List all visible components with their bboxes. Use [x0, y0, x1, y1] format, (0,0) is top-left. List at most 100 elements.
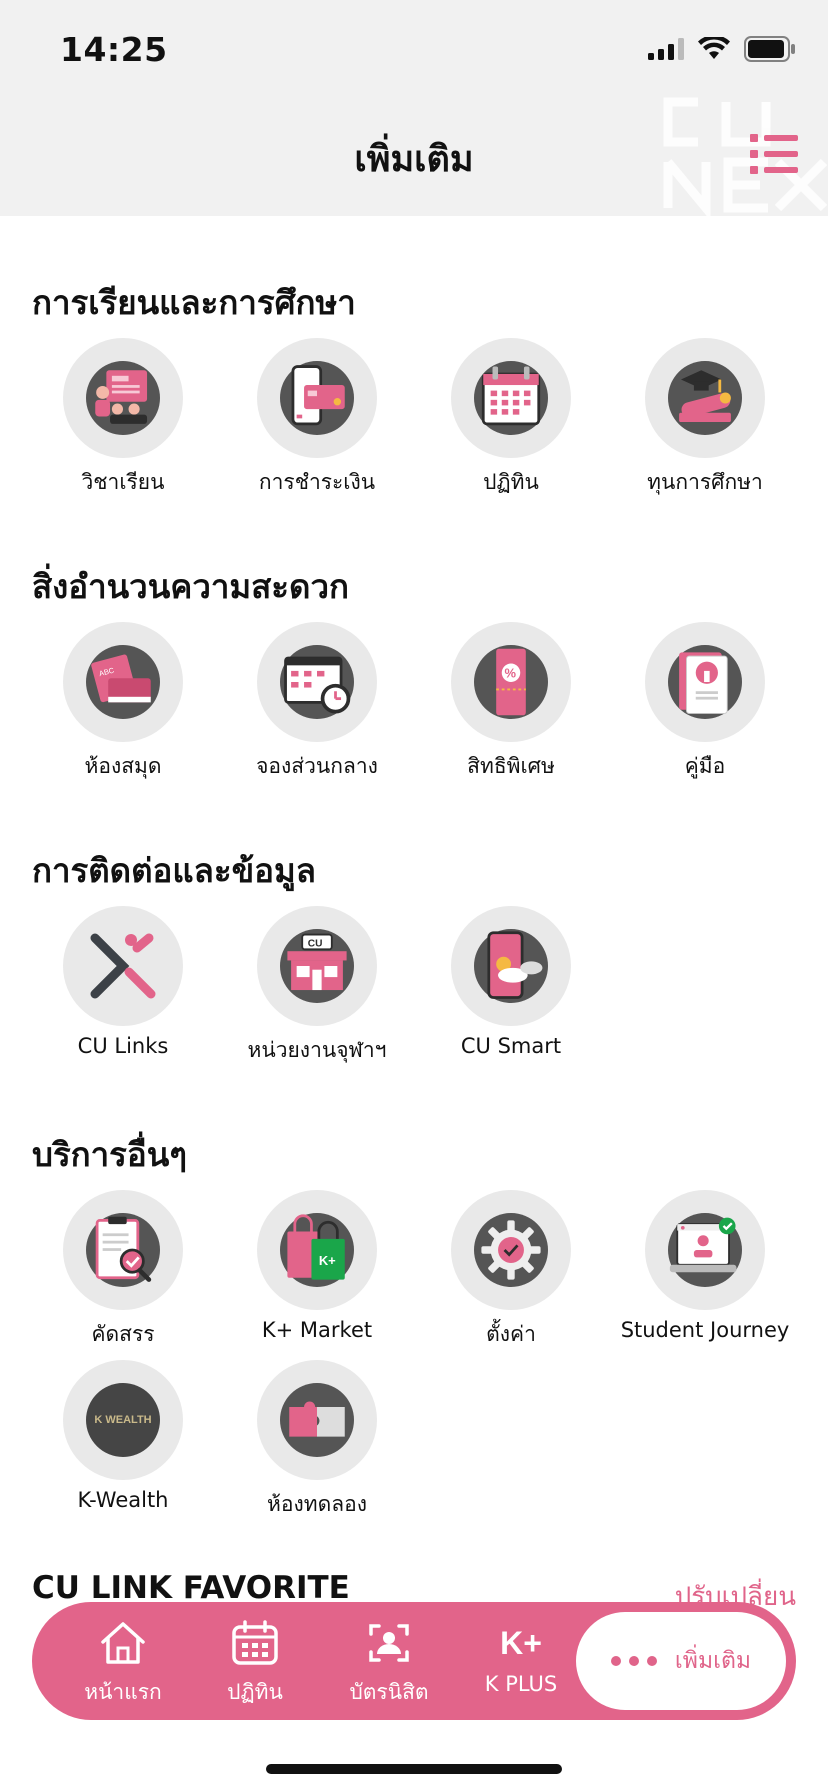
- menu-item-label: วิชาเรียน: [81, 470, 165, 494]
- icon-inner: CU: [280, 929, 354, 1003]
- icon-circle: [63, 1190, 183, 1310]
- menu-item-settings[interactable]: ตั้งค่า: [414, 1190, 608, 1351]
- menu-item-scholarship[interactable]: ทุนการศึกษา: [608, 338, 802, 499]
- section-title-contact: การติดต่อและข้อมูล: [32, 851, 316, 890]
- icon-circle: [645, 622, 765, 742]
- icon-inner: [86, 1213, 160, 1287]
- icon-inner: %: [474, 645, 548, 719]
- k-market-icon: K+: [287, 1214, 345, 1280]
- icon-circle: CU: [257, 906, 377, 1026]
- list-menu-icon[interactable]: [750, 132, 798, 176]
- tab-label: K PLUS: [484, 1672, 558, 1696]
- section-title-facilities: สิ่งอำนวนความสะดวก: [32, 567, 349, 606]
- k-wealth-icon: K WEALTH: [86, 1383, 160, 1457]
- classroom-icon: [95, 370, 148, 424]
- svg-text:CU: CU: [308, 939, 323, 950]
- tab-more-label: เพิ่มเติม: [674, 1648, 752, 1674]
- tab-calendar[interactable]: ปฏิทิน: [190, 1620, 320, 1709]
- cu-smart-icon: [487, 931, 543, 999]
- menu-item-lab[interactable]: ห้องทดลอง: [220, 1360, 414, 1521]
- calendar-tab-icon: [232, 1620, 278, 1665]
- menu-item-calendar[interactable]: ปฏิทิน: [414, 338, 608, 499]
- menu-item-cu-units[interactable]: CU หน่วยงานจุฬาฯ: [220, 906, 414, 1067]
- tab-label: ปฏิทิน: [227, 1680, 283, 1704]
- section-title-learning: การเรียนและการศึกษา: [32, 283, 356, 322]
- icon-inner: [474, 361, 548, 435]
- menu-item-selection[interactable]: คัดสรร: [26, 1190, 220, 1351]
- manual-icon: [679, 652, 728, 714]
- icon-circle: K WEALTH: [63, 1360, 183, 1480]
- icon-inner: ABC: [86, 645, 160, 719]
- menu-item-label: หน่วยงานจุฬาฯ: [247, 1038, 387, 1062]
- tab-k-plus[interactable]: K+ K PLUS: [456, 1620, 586, 1696]
- status-time: 14:25: [60, 30, 168, 69]
- k-wealth-logo-text: K WEALTH: [94, 1414, 152, 1426]
- tab-label: หน้าแรก: [84, 1680, 162, 1704]
- tab-home[interactable]: หน้าแรก: [58, 1620, 188, 1709]
- menu-item-label: จองส่วนกลาง: [256, 754, 378, 778]
- icon-circle: [451, 906, 571, 1026]
- student-journey-icon: [669, 1217, 737, 1273]
- tab-more[interactable]: เพิ่มเติม: [576, 1612, 786, 1710]
- menu-item-label: ทุนการศึกษา: [647, 470, 763, 494]
- k-plus-icon: K+: [500, 1625, 542, 1661]
- icon-circle: [451, 1190, 571, 1310]
- menu-item-label: CU Links: [77, 1034, 169, 1058]
- icon-inner: [86, 361, 160, 435]
- menu-item-label: ตั้งค่า: [486, 1322, 536, 1346]
- menu-item-label: ห้องทดลอง: [267, 1492, 367, 1516]
- icon-circle: [63, 906, 183, 1026]
- svg-text:K+: K+: [319, 1253, 336, 1268]
- battery-icon: [744, 36, 795, 62]
- cu-store-icon: CU: [287, 933, 347, 991]
- menu-item-label: K+ Market: [261, 1318, 373, 1342]
- icon-circle: [451, 338, 571, 458]
- icon-circle: [257, 622, 377, 742]
- page-title: เพิ่มเติม: [354, 139, 474, 180]
- status-icons: [648, 36, 796, 62]
- icon-inner: [280, 645, 354, 719]
- menu-item-booking[interactable]: จองส่วนกลาง: [220, 622, 414, 783]
- icon-inner: [474, 929, 548, 1003]
- menu-item-student-journey[interactable]: Student Journey: [608, 1190, 802, 1342]
- settings-icon: [481, 1220, 541, 1280]
- privilege-icon: %: [496, 648, 526, 716]
- menu-item-privilege[interactable]: % สิทธิพิเศษ: [414, 622, 608, 783]
- menu-item-cu-links[interactable]: CU Links: [26, 906, 220, 1058]
- selection-icon: [95, 1216, 152, 1282]
- icon-inner: [668, 645, 742, 719]
- library-icon: ABC: [91, 654, 151, 703]
- menu-item-label: K-Wealth: [77, 1488, 169, 1512]
- page-header: เพิ่มเติม: [0, 96, 828, 216]
- home-indicator: [266, 1764, 562, 1774]
- section-title-other-services: บริการอื่นๆ: [32, 1135, 188, 1174]
- menu-item-k-wealth[interactable]: K WEALTH K-Wealth: [26, 1360, 220, 1512]
- student-card-icon: [369, 1624, 409, 1662]
- menu-item-classroom[interactable]: วิชาเรียน: [26, 338, 220, 499]
- menu-item-label: Student Journey: [620, 1318, 790, 1342]
- menu-item-label: การชำระเงิน: [258, 470, 376, 494]
- icon-inner: [280, 1383, 354, 1457]
- menu-item-library[interactable]: ABC ห้องสมุด: [26, 622, 220, 783]
- booking-icon: [284, 656, 351, 714]
- icon-circle: K+: [257, 1190, 377, 1310]
- menu-item-label: สิทธิพิเศษ: [467, 754, 555, 778]
- icon-inner: [668, 361, 742, 435]
- icon-circle: [63, 338, 183, 458]
- icon-circle: [645, 1190, 765, 1310]
- icon-inner: [280, 361, 354, 435]
- icon-circle: %: [451, 622, 571, 742]
- menu-item-label: คู่มือ: [684, 754, 726, 778]
- icon-circle: ABC: [63, 622, 183, 742]
- wifi-icon: [698, 37, 730, 59]
- menu-item-cu-smart[interactable]: CU Smart: [414, 906, 608, 1058]
- menu-item-label: คัดสรร: [91, 1322, 155, 1346]
- more-dots-icon: [610, 1656, 657, 1666]
- menu-item-k-market[interactable]: K+ K+ Market: [220, 1190, 414, 1342]
- menu-item-label: CU Smart: [460, 1034, 562, 1058]
- scholarship-icon: [679, 370, 731, 423]
- bottom-tab-bar: หน้าแรก ปฏิทิน บัตรนิสิต K+ K PLUS เพิ่ม…: [32, 1602, 796, 1720]
- tab-student-card[interactable]: บัตรนิสิต: [324, 1620, 454, 1709]
- menu-item-manual[interactable]: คู่มือ: [608, 622, 802, 783]
- menu-item-payment[interactable]: การชำระเงิน: [220, 338, 414, 499]
